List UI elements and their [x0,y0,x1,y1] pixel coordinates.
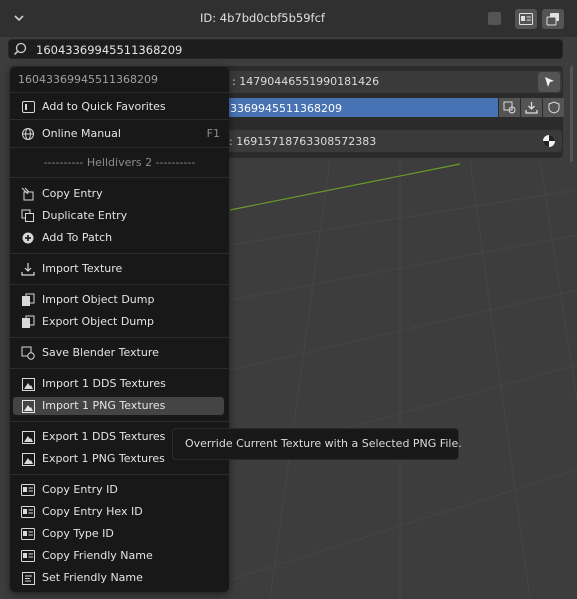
menu-item-copy-entry-id[interactable]: Copy Entry ID [13,481,224,499]
menu-separator [10,119,229,120]
menu-item-import-object-dump[interactable]: Import Object Dump [13,291,224,309]
menu-separator [10,368,229,369]
save-texture-icon [21,346,35,360]
search-icon [13,42,27,56]
property-row-1[interactable]: : 14790446551990181426 [220,71,562,93]
menu-item-copy-friendly-name[interactable]: Copy Friendly Name [13,547,224,565]
menu-item-duplicate-entry[interactable]: Duplicate Entry [13,207,224,225]
image-icon [21,399,35,413]
menu-separator [10,147,229,148]
search-input[interactable]: 16043369945511368209 [36,43,182,57]
id-card-icon [519,13,533,25]
menu-item-import-dds-textures[interactable]: Import 1 DDS Textures [13,375,224,393]
cursor-icon [545,77,554,87]
shield-button[interactable] [543,98,564,117]
text-icon [21,571,35,585]
menu-item-set-friendly-name[interactable]: Set Friendly Name [13,569,224,587]
copy-entry-icon [21,187,35,201]
menu-separator [10,474,229,475]
save-texture-icon [503,101,516,114]
id-card-icon [21,549,35,563]
tooltip-text: Override Current Texture with a Selected… [185,437,462,450]
shortcut-label: F1 [206,127,220,140]
menu-item-copy-entry[interactable]: Copy Entry [13,185,224,203]
menu-item-online-manual[interactable]: Online Manual F1 [13,125,224,143]
menu-item-add-quick-favorites[interactable]: Add to Quick Favorites [13,98,224,116]
context-menu: 16043369945511368209 Add to Quick Favori… [10,67,229,592]
eyedropper-button[interactable] [538,72,560,92]
search-field[interactable]: 16043369945511368209 [8,39,563,59]
menu-separator [10,421,229,422]
import-icon [21,262,35,276]
copy-stack-icon [546,13,559,26]
image-icon [21,452,35,466]
menu-separator [10,92,229,93]
tooltip: Override Current Texture with a Selected… [172,428,462,460]
paste-icon [21,315,35,329]
id-card-icon [21,527,35,541]
menu-item-copy-entry-hex-id[interactable]: Copy Entry Hex ID [13,503,224,521]
menu-separator [10,177,229,178]
image-icon [21,377,35,391]
globe-icon [21,127,35,141]
paste-icon [21,293,35,307]
id-card-icon [21,505,35,519]
image-icon [21,430,35,444]
id-card-icon [21,483,35,497]
menu-item-export-object-dump[interactable]: Export Object Dump [13,313,224,331]
id-title: ID: 4b7bd0cbf5b59fcf [200,11,325,25]
property-row-3[interactable]: l: 16915718763308572383 [220,130,562,152]
menu-item-import-png-textures[interactable]: Import 1 PNG Textures [13,397,224,415]
selected-field[interactable]: 3369945511368209 [220,98,498,117]
row2-value: 3369945511368209 [230,102,342,115]
copy-stack-button[interactable] [542,9,564,29]
property-row-2[interactable]: 3369945511368209 [220,97,564,118]
chevron-down-icon[interactable] [12,11,26,25]
menu-item-import-texture[interactable]: Import Texture [13,260,224,278]
menu-separator [10,337,229,338]
header-checkbox[interactable] [488,12,501,25]
add-circle-icon [21,231,35,245]
save-texture-button[interactable] [499,98,520,117]
menu-separator [10,253,229,254]
quick-favorites-icon [21,100,35,114]
shield-icon [548,101,559,114]
duplicate-icon [21,209,35,223]
menu-separator [10,284,229,285]
panel-header: ID: 4b7bd0cbf5b59fcf [0,0,577,37]
import-button[interactable] [521,98,542,117]
menu-item-add-to-patch[interactable]: Add To Patch [13,229,224,247]
row3-value: l: 16915718763308572383 [226,135,377,148]
id-card-button[interactable] [515,9,537,29]
scrollbar[interactable] [570,66,573,162]
row1-value: : 14790446551990181426 [232,75,380,88]
menu-item-save-blender-texture[interactable]: Save Blender Texture [13,344,224,362]
import-icon [525,102,538,114]
material-ball-icon[interactable] [542,134,556,148]
menu-title: 16043369945511368209 [18,73,158,86]
menu-item-copy-type-id[interactable]: Copy Type ID [13,525,224,543]
helldivers-section-label: ---------- Helldivers 2 ---------- [43,156,196,169]
